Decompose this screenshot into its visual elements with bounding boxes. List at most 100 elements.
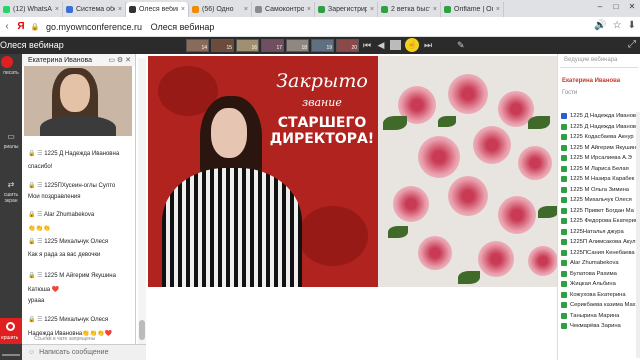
browser-tab[interactable]: Самоконтроль× <box>252 2 315 17</box>
slide-thumbnail[interactable]: 15 <box>211 39 234 52</box>
yandex-logo-icon[interactable]: Я <box>14 21 28 32</box>
participant-item[interactable]: 1225ПСания Кенебаева <box>558 248 640 259</box>
participant-item[interactable]: 1225 Михальчук Олеся <box>558 195 640 206</box>
tab-close-icon[interactable]: × <box>244 6 248 13</box>
chat-scrollbar[interactable] <box>138 58 146 344</box>
chat-rules-note: Ссылки в чате запрещены <box>34 336 96 342</box>
pencil-icon[interactable]: ✎ <box>457 40 465 51</box>
materials-label[interactable]: риалы <box>0 144 22 150</box>
tab-close-icon[interactable]: × <box>118 6 122 13</box>
message-actions-icon[interactable]: 🔒 ☰ <box>28 317 44 323</box>
browser-tab[interactable]: Олеся вебинар× <box>126 2 189 17</box>
participant-item[interactable]: 1225 Д Надежда Иванова <box>558 122 640 133</box>
back-icon[interactable]: ‹ <box>0 21 14 32</box>
tab-label: Олеся вебинар <box>139 6 178 13</box>
browser-tab[interactable]: Система обслу× <box>63 2 126 17</box>
star-icon[interactable]: ☆ <box>613 20 622 31</box>
tab-close-icon[interactable]: × <box>496 6 500 13</box>
participant-item[interactable]: Кожухова Екатерина <box>558 290 640 301</box>
participant-item[interactable]: Булатова Рахима <box>558 269 640 280</box>
slide-number: 20 <box>351 45 357 51</box>
participant-item[interactable]: 1225 М Назира Карабек <box>558 174 640 185</box>
browser-tab[interactable]: (56) Одно × <box>189 2 252 17</box>
participant-status-icon <box>561 249 567 256</box>
slides-grid-icon[interactable] <box>390 40 401 50</box>
message-actions-icon[interactable]: 🔒 ☰ <box>28 183 44 189</box>
slide-thumbnail[interactable]: 18 <box>286 39 309 52</box>
tab-close-icon[interactable]: × <box>55 6 59 13</box>
emoji-icon[interactable]: ☺ <box>28 349 35 356</box>
fullscreen-icon[interactable]: ⤢ <box>628 39 636 50</box>
participant-item[interactable]: Жицкая Альбина <box>558 279 640 290</box>
participants-search[interactable]: Ведущие вебинара <box>560 57 638 68</box>
end-webinar-button[interactable]: ершить <box>0 318 22 344</box>
chat-message-author: 🔒 ☰ 1225 Михальчук Олеся <box>28 238 134 245</box>
slide-number: 16 <box>251 45 257 51</box>
participant-item[interactable]: 1225 Привет Богдан Ма <box>558 206 640 217</box>
record-label[interactable]: писать <box>0 70 22 76</box>
chat-input[interactable]: ☺ Написать сообщение <box>22 344 146 360</box>
share-screen-icon[interactable]: ⇄ <box>0 180 22 189</box>
last-slide-icon[interactable]: ⏭ <box>423 40 433 51</box>
rose-decoration <box>448 74 488 114</box>
record-icon[interactable] <box>1 56 13 68</box>
participant-item[interactable]: 1225 Д Надежда Иванова <box>558 111 640 122</box>
browser-tab[interactable]: (12) WhatsApp× <box>0 2 63 17</box>
participant-name: 1225П Алимсакова Акул <box>570 239 636 246</box>
browser-tab[interactable]: 2 ветка быстро× <box>378 2 441 17</box>
slide-thumbnail[interactable]: 16 <box>236 39 259 52</box>
close-icon[interactable]: ✕ <box>624 0 640 14</box>
slide-thumbnail[interactable]: 17 <box>261 39 284 52</box>
slide-line-1: Закрыто <box>276 70 368 92</box>
participant-item[interactable]: 1225 Федорова Екатерина <box>558 216 640 227</box>
participant-name: 1225 Федорова Екатерина <box>570 218 640 225</box>
participant-item[interactable]: 1225 М Айгерим Якушина <box>558 143 640 154</box>
prev-slide-icon[interactable]: ◀ <box>376 40 386 51</box>
participant-item[interactable]: 1225Наталья джура <box>558 227 640 238</box>
maximize-icon[interactable]: □ <box>608 0 624 14</box>
participant-item[interactable]: Серикбаева казима Мах <box>558 300 640 311</box>
participant-item[interactable]: 1225 М Ирсалиева А.Э <box>558 153 640 164</box>
left-sidebar: писать ▭ риалы ⇄ сшить экран <box>0 54 22 360</box>
participant-item[interactable]: 1225П Алимсакова Акул <box>558 237 640 248</box>
slide-number: 17 <box>276 45 282 51</box>
participant-item[interactable]: 1225 Кодасбаева Акнур <box>558 132 640 143</box>
tab-close-icon[interactable]: × <box>181 6 185 13</box>
slide-thumbnail[interactable]: 19 <box>311 39 334 52</box>
message-actions-icon[interactable]: 🔒 ☰ <box>28 212 44 218</box>
browser-tab[interactable]: Oriflame | Orifla× <box>441 2 504 17</box>
participant-name: Булатова Рахима <box>570 270 617 277</box>
tab-close-icon[interactable]: × <box>307 6 311 13</box>
slide-thumbnail[interactable]: 20 <box>336 39 359 52</box>
first-slide-icon[interactable]: ⏮ <box>362 40 372 51</box>
participant-item[interactable]: Танырина Марина <box>558 311 640 322</box>
video-controls[interactable]: ▭ ⚙ ✕ <box>108 56 131 64</box>
participants-scrollbar[interactable] <box>636 112 640 358</box>
tab-close-icon[interactable]: × <box>370 6 374 13</box>
participant-name: 1225 М Ирсалиева А.Э <box>570 155 632 162</box>
message-actions-icon[interactable]: 🔒 ☰ <box>28 151 44 157</box>
participant-item[interactable]: Alar Zhumabekova <box>558 258 640 269</box>
minimize-icon[interactable]: – <box>592 0 608 14</box>
participant-item[interactable]: Чекмарёва Зарина <box>558 321 640 332</box>
tab-label: (56) Одно <box>202 6 234 13</box>
url-field[interactable]: go.myownconference.ru Олеся вебинар <box>46 22 214 32</box>
participant-item[interactable]: 1225 М Ольга Зимина <box>558 185 640 196</box>
sound-icon[interactable]: 🔊 <box>594 20 606 31</box>
slide-thumbnail[interactable]: 14 <box>186 39 209 52</box>
participant-status-icon <box>561 186 567 193</box>
participant-status-icon <box>561 207 567 214</box>
message-actions-icon[interactable]: 🔒 ☰ <box>28 239 44 245</box>
materials-icon[interactable]: ▭ <box>0 132 22 141</box>
slide-line-3: СТАРШЕГО <box>277 115 367 131</box>
participant-name: Серикбаева казима Мах <box>570 302 636 309</box>
share-screen-label[interactable]: сшить экран <box>0 192 22 204</box>
download-icon[interactable]: ⬇ <box>628 20 636 31</box>
volume-slider[interactable] <box>2 354 20 356</box>
host-name[interactable]: Екатерина Иванова <box>558 78 640 84</box>
message-actions-icon[interactable]: 🔒 ☰ <box>28 273 44 279</box>
participant-item[interactable]: 1225 М Лариса Белая <box>558 164 640 175</box>
browser-tab[interactable]: Зарегистриров× <box>315 2 378 17</box>
tab-close-icon[interactable]: × <box>433 6 437 13</box>
participant-status-icon <box>561 165 567 172</box>
